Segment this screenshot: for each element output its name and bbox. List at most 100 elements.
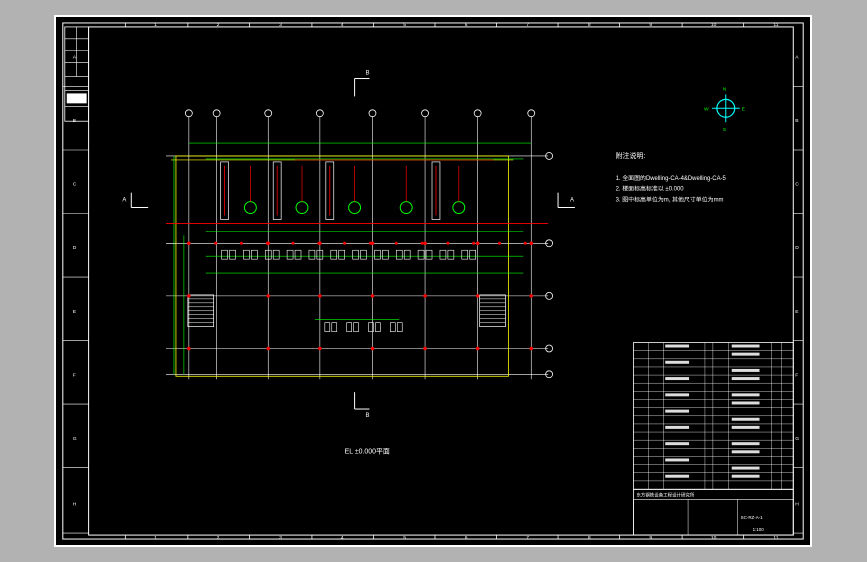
border-col-label: 9 bbox=[649, 22, 652, 28]
note-3: 3. 图中标高单位为m, 其他尺寸单位为mm bbox=[616, 196, 724, 204]
north-arrow-compass: N S E W bbox=[704, 86, 746, 133]
title-block-project: 东方钢铁设备工程设计研究所 bbox=[636, 491, 694, 498]
column-marker bbox=[239, 241, 243, 245]
side-stamp-table bbox=[64, 26, 90, 122]
border-col-label: 3 bbox=[279, 535, 282, 541]
tank bbox=[348, 201, 362, 215]
border-col-label: 11 bbox=[773, 22, 778, 28]
parts-row-text bbox=[731, 450, 760, 454]
pump bbox=[382, 249, 389, 260]
plan-title: EL ±0.000平面 bbox=[345, 448, 390, 456]
pump bbox=[447, 249, 455, 260]
column-marker bbox=[343, 241, 347, 245]
drawing-scale: 1:100 bbox=[753, 527, 765, 532]
parts-row-text bbox=[731, 352, 760, 356]
border-col-label: 2 bbox=[217, 22, 220, 28]
border-row-label: D bbox=[73, 245, 77, 251]
parts-row-text bbox=[731, 393, 760, 397]
column-marker bbox=[291, 241, 295, 245]
border-col-label: 5 bbox=[403, 535, 406, 541]
column-marker bbox=[368, 241, 372, 245]
pump bbox=[331, 322, 338, 332]
pump bbox=[439, 249, 447, 260]
parts-row-text bbox=[665, 393, 690, 397]
parts-row-text bbox=[731, 425, 760, 429]
parts-row-text bbox=[665, 474, 690, 478]
pump bbox=[403, 249, 411, 260]
column-marker bbox=[266, 294, 271, 298]
pump bbox=[352, 249, 359, 260]
parts-row-text bbox=[665, 377, 690, 381]
section-marker-bottom-b: B bbox=[354, 392, 370, 419]
border-row-label: F bbox=[73, 372, 76, 378]
pump bbox=[396, 322, 403, 332]
parts-row-text bbox=[665, 344, 690, 348]
pump bbox=[221, 249, 228, 260]
border-col-label: 4 bbox=[341, 535, 344, 541]
pump bbox=[294, 249, 302, 260]
column-marker bbox=[266, 346, 271, 351]
border-col-label: 5 bbox=[403, 22, 406, 28]
column-marker bbox=[423, 346, 427, 351]
pump bbox=[375, 322, 381, 332]
parts-row-text bbox=[731, 377, 760, 381]
column-marker bbox=[318, 294, 322, 298]
axis-bubble bbox=[212, 109, 221, 118]
column-marker bbox=[498, 241, 501, 245]
parts-row-text bbox=[731, 466, 760, 470]
border-row-label: C bbox=[795, 182, 799, 188]
column-marker bbox=[446, 241, 450, 245]
pump bbox=[469, 249, 476, 260]
column-marker bbox=[265, 241, 269, 245]
border-col-label: 7 bbox=[526, 22, 529, 28]
parts-row-text bbox=[665, 360, 690, 364]
column-marker bbox=[529, 346, 534, 351]
border-row-label: E bbox=[795, 309, 799, 315]
pump bbox=[330, 249, 338, 260]
svg-text:A: A bbox=[122, 198, 126, 204]
column-marker bbox=[370, 346, 375, 351]
column-marker bbox=[187, 346, 191, 351]
axis-bubble bbox=[421, 109, 429, 118]
border-col-label: 4 bbox=[341, 22, 344, 28]
border-row-label: G bbox=[73, 436, 77, 442]
parts-row-text bbox=[731, 474, 760, 478]
pump bbox=[425, 249, 433, 260]
border-row-label: E bbox=[73, 309, 77, 315]
parts-row-text bbox=[731, 401, 760, 405]
pump bbox=[360, 249, 367, 260]
tank bbox=[452, 201, 466, 215]
note-1: 1. 全面图的Dwelling-CA-4&Dwelling-CA-5 bbox=[616, 174, 727, 182]
parts-row-text bbox=[731, 442, 760, 446]
tank bbox=[295, 201, 309, 215]
border-col-label: 2 bbox=[217, 535, 220, 541]
column-marker bbox=[475, 294, 480, 298]
parts-row-text bbox=[731, 417, 760, 421]
svg-text:N: N bbox=[723, 86, 727, 92]
pump bbox=[308, 249, 316, 260]
column-marker bbox=[529, 294, 534, 298]
pump bbox=[390, 322, 396, 332]
column-marker bbox=[187, 294, 191, 298]
column-marker bbox=[475, 241, 480, 246]
border-col-label: 1 bbox=[154, 22, 157, 28]
parts-row-text bbox=[665, 442, 690, 446]
border-col-label: 1 bbox=[154, 535, 157, 541]
border-row-label: F bbox=[795, 372, 798, 378]
title-block-frame bbox=[633, 342, 794, 536]
notes-block: 附注说明: 1. 全面图的Dwelling-CA-4&Dwelling-CA-5… bbox=[616, 151, 727, 204]
column-marker bbox=[370, 294, 375, 298]
column-marker bbox=[187, 241, 191, 246]
parts-row-text bbox=[665, 425, 690, 429]
border-row-label: H bbox=[73, 501, 77, 507]
cad-drawing[interactable]: 112233445566778899101011111212 AABBCCDDE… bbox=[56, 17, 810, 545]
border-row-label: A bbox=[795, 55, 799, 61]
pump bbox=[286, 249, 294, 260]
pump bbox=[374, 249, 381, 260]
svg-text:W: W bbox=[704, 106, 709, 112]
floor-plan[interactable] bbox=[166, 109, 553, 380]
axis-bubble bbox=[184, 109, 193, 118]
pump bbox=[229, 249, 236, 260]
title-block[interactable]: 东方钢铁设备工程设计研究所 SC-RZ-A-1 1:100 bbox=[633, 342, 794, 536]
pump bbox=[395, 249, 403, 260]
